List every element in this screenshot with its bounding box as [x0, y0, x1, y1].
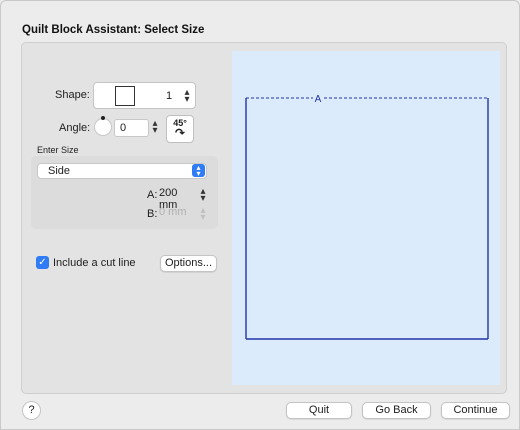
help-button[interactable]: ?: [22, 401, 41, 420]
options-button[interactable]: Options...: [160, 255, 217, 272]
shape-stepper[interactable]: ▴ ▾: [182, 88, 192, 105]
rotate-45-button[interactable]: 45° ↷: [166, 115, 194, 143]
size-mode-select[interactable]: Side: [37, 163, 207, 179]
shape-selector[interactable]: 1 ▴ ▾: [93, 82, 196, 109]
dialog-title: Quilt Block Assistant: Select Size: [22, 24, 205, 36]
angle-stepper[interactable]: ▴ ▾: [150, 119, 160, 136]
edge-a-label: A: [315, 94, 322, 105]
enter-size-heading: Enter Size: [37, 145, 79, 155]
angle-input[interactable]: 0: [114, 119, 149, 137]
a-stepper[interactable]: ▴ ▾: [198, 187, 208, 204]
rotate-arrow-icon: ↷: [174, 126, 186, 140]
select-chevron-icon[interactable]: ▴ ▾: [192, 164, 205, 178]
preview-canvas: A: [232, 51, 500, 385]
square-shape-icon: [115, 86, 135, 106]
shape-label: Shape:: [55, 89, 90, 101]
include-cut-line-label: Include a cut line: [53, 257, 136, 269]
b-label: B:: [147, 208, 158, 220]
b-stepper[interactable]: ▴ ▾: [198, 206, 208, 223]
angle-dial-indicator: [101, 116, 105, 120]
quit-button[interactable]: Quit: [286, 402, 352, 419]
angle-dial[interactable]: [94, 116, 112, 136]
include-cut-line-checkbox[interactable]: ✓: [36, 256, 49, 269]
preview-svg: A: [245, 94, 489, 340]
angle-label: Angle:: [59, 122, 91, 134]
b-value-input[interactable]: 0 mm: [157, 205, 196, 221]
a-value-input[interactable]: 200 mm: [140, 186, 196, 211]
go-back-button[interactable]: Go Back: [362, 402, 431, 419]
continue-button[interactable]: Continue: [441, 402, 510, 419]
shape-count: 1: [166, 90, 173, 102]
